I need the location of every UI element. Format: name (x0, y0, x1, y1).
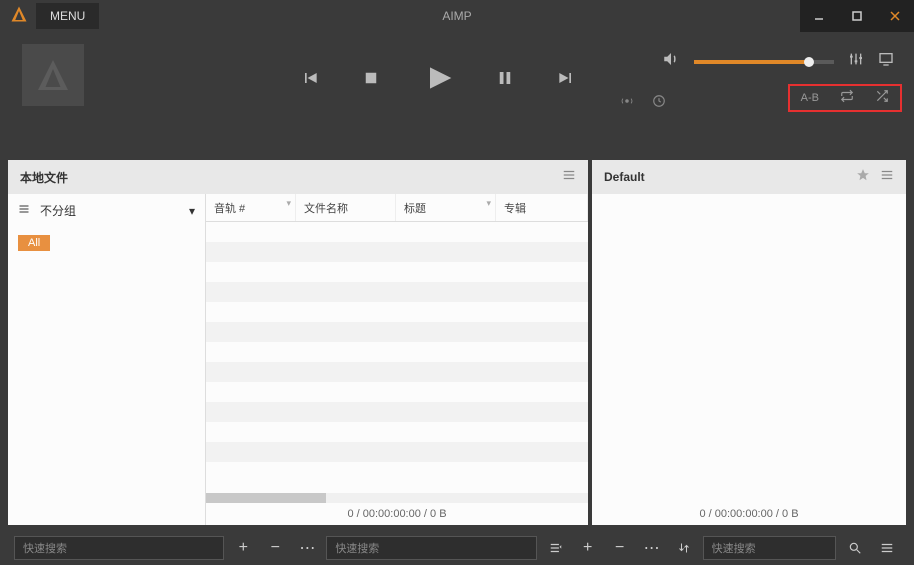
player-extra-left (620, 94, 666, 113)
display-icon[interactable] (878, 51, 894, 72)
col-filename[interactable]: 文件名称 (296, 194, 396, 221)
add-button-2[interactable]: + (575, 535, 601, 561)
col-track[interactable]: 音轨 #▾ (206, 194, 296, 221)
menu-icon[interactable] (562, 168, 576, 187)
close-button[interactable] (876, 0, 914, 32)
shuffle-icon[interactable] (875, 89, 889, 108)
content-area: 本地文件 不分组 ▾ All 音轨 #▾ 文件名称 标题▾ 专辑 (8, 160, 906, 525)
menu-icon[interactable] (880, 168, 894, 187)
filter-icon: ▾ (286, 198, 291, 209)
table-row (206, 242, 588, 262)
menu-button[interactable]: MENU (36, 3, 99, 29)
playlist-body[interactable] (592, 194, 906, 503)
star-icon[interactable] (856, 168, 870, 187)
remove-button[interactable]: − (262, 535, 288, 561)
transport-controls (300, 62, 576, 99)
equalizer-icon[interactable] (848, 51, 864, 72)
playback-mode-highlight: A-B (788, 84, 902, 112)
grid-body[interactable] (206, 222, 588, 493)
volume-area (662, 50, 894, 73)
horizontal-scrollbar[interactable] (206, 493, 588, 503)
maximize-button[interactable] (838, 0, 876, 32)
table-row (206, 322, 588, 342)
right-panel: Default 0 / 00:00:00:00 / 0 B (592, 160, 906, 525)
table-row (206, 222, 588, 242)
left-panel-header: 本地文件 (8, 160, 588, 194)
add-button[interactable]: + (230, 535, 256, 561)
grouping-selector[interactable]: 不分组 ▾ (8, 194, 205, 227)
left-sidebar: 不分组 ▾ All (8, 194, 206, 525)
left-status: 0 / 00:00:00:00 / 0 B (206, 503, 588, 525)
search-icon[interactable] (842, 535, 868, 561)
previous-button[interactable] (300, 68, 320, 93)
ab-repeat-button[interactable]: A-B (801, 92, 819, 104)
right-search-input[interactable]: 快速搜索 (703, 536, 836, 560)
grouping-label: 不分组 (40, 202, 76, 219)
table-row (206, 362, 588, 382)
left-panel-title: 本地文件 (20, 169, 68, 186)
app-title: AIMP (442, 9, 471, 23)
titlebar: MENU AIMP (0, 0, 914, 32)
stop-button[interactable] (362, 69, 380, 92)
radio-icon[interactable] (620, 94, 634, 113)
chevron-down-icon: ▾ (189, 204, 195, 218)
pause-button[interactable] (496, 69, 514, 92)
sort-icon[interactable] (671, 535, 697, 561)
table-row (206, 442, 588, 462)
track-grid: 音轨 #▾ 文件名称 标题▾ 专辑 (206, 194, 588, 525)
remove-button-2[interactable]: − (607, 535, 633, 561)
bottom-bar: 快速搜索 + − ⋯ 快速搜索 + − ⋯ 快速搜索 (8, 531, 906, 565)
more-button[interactable]: ⋯ (294, 535, 320, 561)
repeat-icon[interactable] (840, 89, 854, 108)
clock-icon[interactable] (652, 94, 666, 113)
menu-icon[interactable] (874, 535, 900, 561)
col-title[interactable]: 标题▾ (396, 194, 496, 221)
next-button[interactable] (556, 68, 576, 93)
right-panel-header: Default (592, 160, 906, 194)
table-row (206, 462, 588, 482)
more-button-2[interactable]: ⋯ (639, 535, 665, 561)
app-logo-icon (0, 5, 28, 28)
right-status: 0 / 00:00:00:00 / 0 B (592, 503, 906, 525)
player-area: A-B (0, 32, 914, 142)
album-art (22, 44, 84, 106)
grid-header: 音轨 #▾ 文件名称 标题▾ 专辑 (206, 194, 588, 222)
table-row (206, 342, 588, 362)
table-row (206, 302, 588, 322)
table-row (206, 402, 588, 422)
left-search-input[interactable]: 快速搜索 (14, 536, 224, 560)
table-row (206, 262, 588, 282)
aimp-logo-icon (35, 57, 71, 93)
table-row (206, 382, 588, 402)
volume-icon[interactable] (662, 50, 680, 73)
hamburger-icon (18, 203, 30, 218)
left-panel: 本地文件 不分组 ▾ All 音轨 #▾ 文件名称 标题▾ 专辑 (8, 160, 588, 525)
volume-slider[interactable] (694, 60, 834, 64)
filter-icon: ▾ (486, 198, 491, 209)
play-button[interactable] (422, 62, 454, 99)
right-panel-title: Default (604, 170, 645, 184)
col-album[interactable]: 专辑 (496, 194, 588, 221)
middle-search-input[interactable]: 快速搜索 (326, 536, 536, 560)
window-controls (800, 0, 914, 32)
table-row (206, 282, 588, 302)
list-menu-icon[interactable] (543, 535, 569, 561)
all-filter-tag[interactable]: All (18, 235, 50, 251)
table-row (206, 422, 588, 442)
minimize-button[interactable] (800, 0, 838, 32)
